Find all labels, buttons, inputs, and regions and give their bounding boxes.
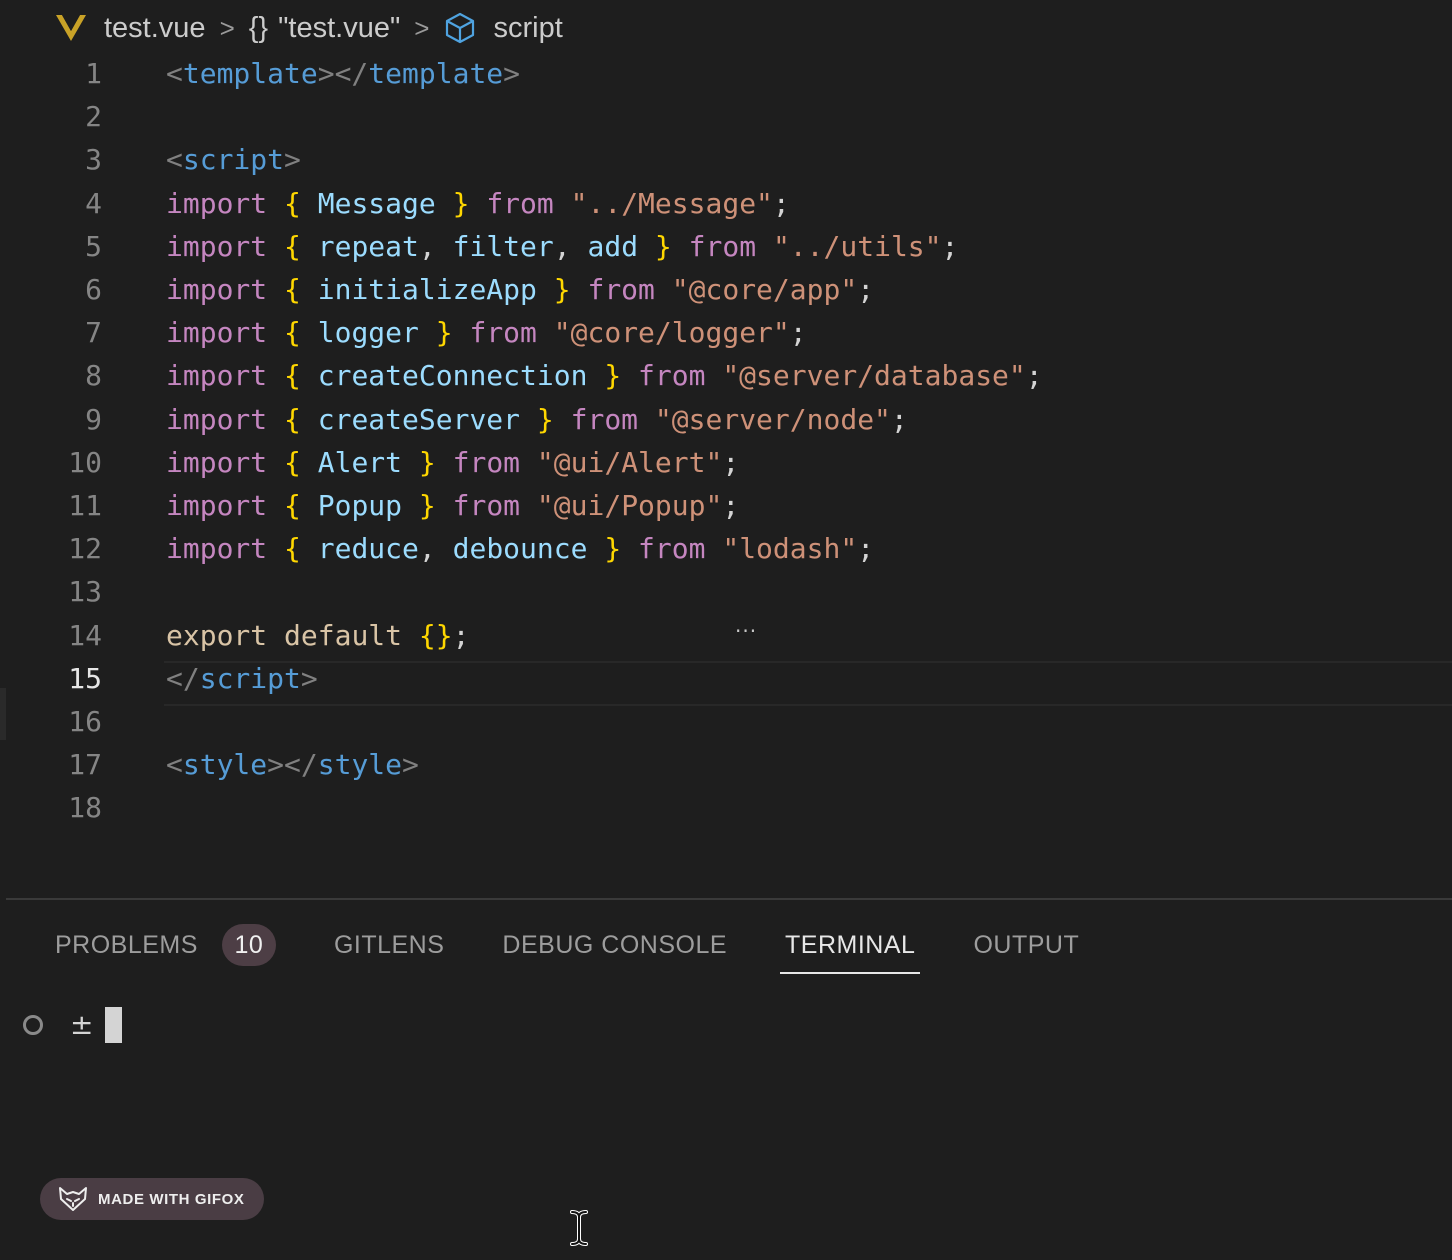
terminal-area[interactable]: ± — [0, 1000, 1452, 1260]
breadcrumb-braces-icon: {} — [248, 11, 269, 44]
tab-label: OUTPUT — [973, 930, 1080, 959]
line-content: import { repeat, filter, add } from "../… — [166, 230, 959, 263]
line-content: import { createServer } from "@server/no… — [166, 403, 908, 436]
tab-terminal[interactable]: TERMINAL — [780, 916, 921, 974]
gifox-watermark: MADE WITH GIFOX — [40, 1178, 264, 1220]
text-cursor-icon — [570, 1210, 588, 1246]
code-line: 11 import { Popup } from "@ui/Popup"; — [0, 484, 1452, 527]
tab-gitlens[interactable]: GITLENS — [334, 916, 444, 974]
code-line: 9 import { createServer } from "@server/… — [0, 398, 1452, 441]
circle-icon — [23, 1015, 43, 1035]
code-line: 2 — [0, 95, 1452, 138]
line-content: export default {}; — [166, 619, 470, 652]
line-content: import { logger } from "@core/logger"; — [166, 316, 807, 349]
code-line: 14 export default {}; — [0, 614, 1452, 657]
line-content: import { Message } from "../Message"; — [166, 187, 790, 220]
vscode-window: test.vue > {} "test.vue" > script 1 <tem… — [0, 0, 1452, 1260]
line-content: <template></template> — [166, 57, 521, 90]
line-number: 5 — [85, 230, 102, 263]
breadcrumb-object[interactable]: "test.vue" — [278, 12, 400, 45]
line-number: 16 — [68, 705, 102, 738]
panel-divider[interactable] — [6, 898, 1452, 900]
code-line: 18 — [0, 786, 1452, 829]
code-line: 6 import { initializeApp } from "@core/a… — [0, 268, 1452, 311]
breadcrumb-file[interactable]: test.vue — [104, 12, 206, 45]
line-number: 4 — [85, 187, 102, 220]
tab-problems[interactable]: PROBLEMS 10 — [55, 916, 276, 974]
terminal-cursor — [105, 1007, 122, 1043]
line-number: 6 — [85, 273, 102, 306]
code-line-active: 15 </script> — [0, 657, 1452, 700]
code-line: 4 import { Message } from "../Message"; — [0, 182, 1452, 225]
code-line: 16 — [0, 700, 1452, 743]
line-content: import { Popup } from "@ui/Popup"; — [166, 489, 740, 522]
line-number: 2 — [85, 100, 102, 133]
code-line: 13 — [0, 570, 1452, 613]
code-line: 17 <style></style> — [0, 743, 1452, 786]
line-number: 8 — [85, 359, 102, 392]
tab-label: PROBLEMS — [55, 930, 198, 959]
code-line: 10 import { Alert } from "@ui/Alert"; — [0, 441, 1452, 484]
tab-debug-console[interactable]: DEBUG CONSOLE — [502, 916, 727, 974]
line-content: import { initializeApp } from "@core/app… — [166, 273, 875, 306]
line-number: 18 — [68, 791, 102, 824]
code-line: 3 <script> — [0, 138, 1452, 181]
chevron-right-icon: > — [414, 12, 430, 43]
line-content: import { Alert } from "@ui/Alert"; — [166, 446, 740, 479]
tab-label: DEBUG CONSOLE — [502, 930, 728, 959]
code-line: 7 import { logger } from "@core/logger"; — [0, 311, 1452, 354]
code-line: 12 import { reduce, debounce } from "lod… — [0, 527, 1452, 570]
line-number: 14 — [68, 619, 102, 652]
vue-file-icon — [56, 15, 86, 41]
line-number: 17 — [68, 748, 102, 781]
code-line: 5 import { repeat, filter, add } from ".… — [0, 225, 1452, 268]
line-number: 1 — [85, 57, 102, 90]
code-line: 8 import { createConnection } from "@ser… — [0, 354, 1452, 397]
line-number: 10 — [68, 446, 102, 479]
tab-label: TERMINAL — [785, 930, 916, 959]
terminal-prompt: ± — [70, 1008, 94, 1041]
tab-label: GITLENS — [333, 930, 445, 959]
line-number: 7 — [85, 316, 102, 349]
line-content: </script> — [166, 662, 318, 695]
code-editor[interactable]: 1 <template></template> 2 3 <script> 4 i… — [0, 52, 1452, 898]
panel-tab-bar: PROBLEMS 10 GITLENS DEBUG CONSOLE TERMIN… — [55, 916, 1137, 976]
line-number: 11 — [68, 489, 102, 522]
line-number: 3 — [85, 143, 102, 176]
line-number: 15 — [68, 662, 102, 695]
fox-icon — [59, 1187, 87, 1211]
line-content: import { createConnection } from "@serve… — [166, 359, 1043, 392]
line-number: 12 — [68, 532, 102, 565]
line-content: <style></style> — [166, 748, 419, 781]
line-content: import { reduce, debounce } from "lodash… — [166, 532, 875, 565]
tab-output[interactable]: OUTPUT — [973, 916, 1079, 974]
code-line: 1 <template></template> — [0, 52, 1452, 95]
problems-count-badge: 10 — [221, 924, 276, 966]
line-number: 9 — [85, 403, 102, 436]
chevron-right-icon: > — [219, 12, 235, 43]
line-number: 13 — [68, 575, 102, 608]
breadcrumb: test.vue > {} "test.vue" > script — [56, 6, 563, 50]
breadcrumb-section[interactable]: script — [493, 12, 562, 45]
watermark-label: MADE WITH GIFOX — [98, 1190, 245, 1208]
cube-icon — [446, 12, 475, 44]
line-content: <script> — [166, 143, 301, 176]
